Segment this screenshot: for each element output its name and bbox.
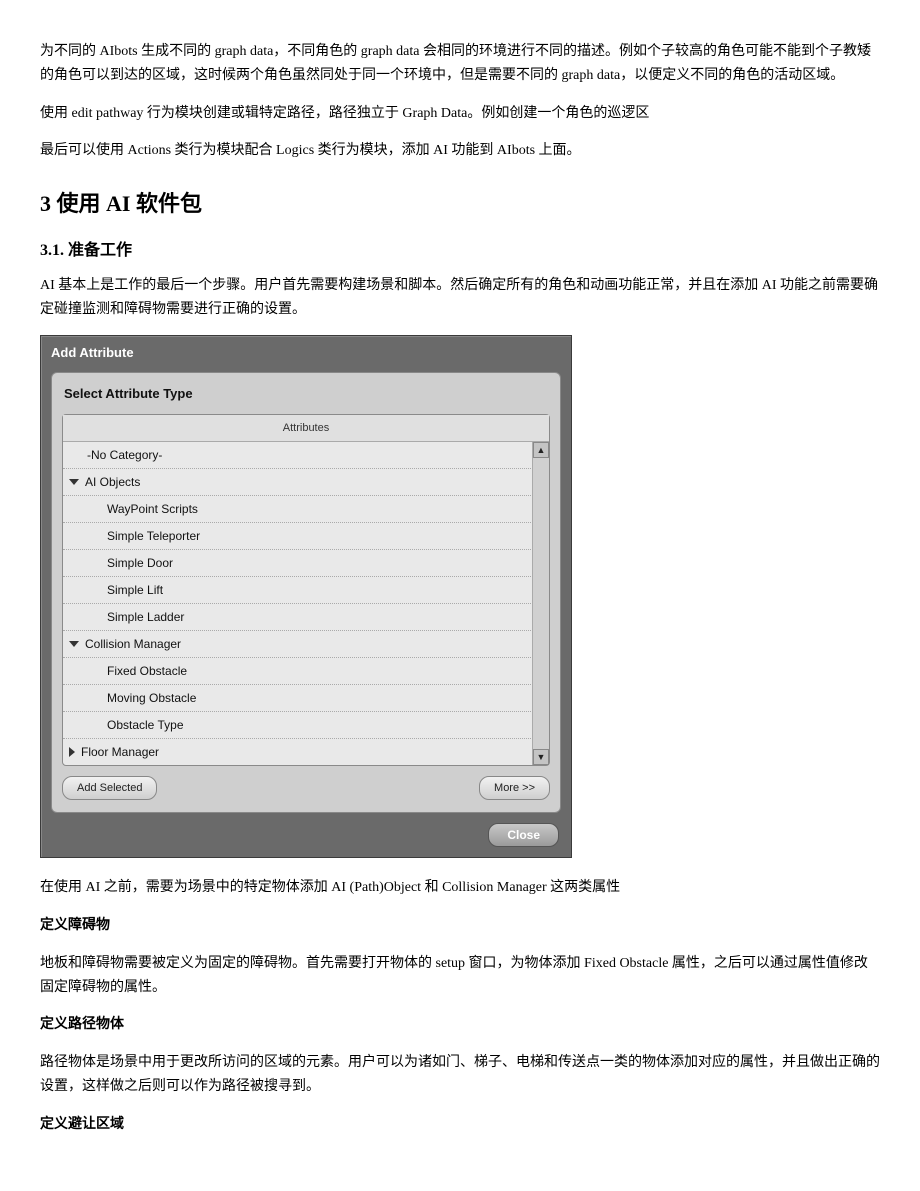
sub-heading: 定义路径物体 xyxy=(40,1013,880,1037)
list-body: ▲ ▼ -No Category- AI Objects WayPoint Scri… xyxy=(63,442,549,765)
attribute-row-label: Collision Manager xyxy=(85,634,181,654)
attribute-row-label: Fixed Obstacle xyxy=(107,661,187,681)
close-button[interactable]: Close xyxy=(488,823,559,847)
paragraph: 地板和障碍物需要被定义为固定的障碍物。首先需要打开物体的 setup 窗口，为物… xyxy=(40,952,880,1000)
paragraph: 路径物体是场景中用于更改所访问的区域的元素。用户可以为诸如门、梯子、电梯和传送点… xyxy=(40,1051,880,1099)
more-button[interactable]: More >> xyxy=(479,776,550,800)
attribute-row-label: Moving Obstacle xyxy=(107,688,196,708)
attribute-row-label: AI Objects xyxy=(85,472,140,492)
subsection-heading: 3.1. 准备工作 xyxy=(40,237,880,264)
chevron-down-icon xyxy=(69,641,79,647)
scrollbar[interactable]: ▲ ▼ xyxy=(532,442,549,765)
add-selected-button[interactable]: Add Selected xyxy=(62,776,157,800)
attribute-row-label: Simple Door xyxy=(107,553,173,573)
chevron-right-icon xyxy=(69,747,75,757)
scroll-up-icon[interactable]: ▲ xyxy=(533,442,549,458)
attribute-row[interactable]: WayPoint Scripts xyxy=(63,496,533,523)
attribute-row[interactable]: Simple Teleporter xyxy=(63,523,533,550)
attribute-row[interactable]: -No Category- xyxy=(63,442,533,469)
attribute-row[interactable]: Obstacle Type xyxy=(63,712,533,739)
attribute-row[interactable]: Moving Obstacle xyxy=(63,685,533,712)
add-attribute-dialog: Add Attribute Select Attribute Type Attr… xyxy=(40,335,572,858)
attribute-row[interactable]: Floor Manager xyxy=(63,739,533,765)
scroll-down-icon[interactable]: ▼ xyxy=(533,749,549,765)
attribute-row-label: WayPoint Scripts xyxy=(107,499,198,519)
attribute-row-label: Floor Manager xyxy=(81,742,159,762)
sub-heading: 定义障碍物 xyxy=(40,914,880,938)
scroll-track[interactable] xyxy=(533,458,549,749)
panel-title: Select Attribute Type xyxy=(64,383,550,405)
attribute-row-label: Obstacle Type xyxy=(107,715,184,735)
attribute-list: Attributes ▲ ▼ -No Category- AI Objects Wa… xyxy=(62,414,550,767)
attribute-row[interactable]: Simple Door xyxy=(63,550,533,577)
paragraph: 为不同的 AIbots 生成不同的 graph data，不同角色的 graph… xyxy=(40,40,880,88)
chevron-down-icon xyxy=(69,479,79,485)
paragraph: 使用 edit pathway 行为模块创建或辑特定路径，路径独立于 Graph… xyxy=(40,102,880,126)
attribute-row[interactable]: Fixed Obstacle xyxy=(63,658,533,685)
attribute-row[interactable]: AI Objects xyxy=(63,469,533,496)
paragraph: 最后可以使用 Actions 类行为模块配合 Logics 类行为模块，添加 A… xyxy=(40,139,880,163)
attribute-row[interactable]: Collision Manager xyxy=(63,631,533,658)
attribute-row[interactable]: Simple Ladder xyxy=(63,604,533,631)
section-heading: 3 使用 AI 软件包 xyxy=(40,185,880,222)
select-attribute-panel: Select Attribute Type Attributes ▲ ▼ -No… xyxy=(51,372,561,813)
sub-heading: 定义避让区域 xyxy=(40,1113,880,1137)
attribute-row-label: Simple Ladder xyxy=(107,607,184,627)
dialog-title: Add Attribute xyxy=(41,336,571,372)
paragraph: AI 基本上是工作的最后一个步骤。用户首先需要构建场景和脚本。然后确定所有的角色… xyxy=(40,274,880,322)
attribute-row-label: Simple Lift xyxy=(107,580,163,600)
paragraph: 在使用 AI 之前，需要为场景中的特定物体添加 AI (Path)Object … xyxy=(40,876,880,900)
attribute-row-label: -No Category- xyxy=(87,445,162,465)
attribute-row[interactable]: Simple Lift xyxy=(63,577,533,604)
list-header: Attributes xyxy=(63,415,549,443)
attribute-row-label: Simple Teleporter xyxy=(107,526,200,546)
